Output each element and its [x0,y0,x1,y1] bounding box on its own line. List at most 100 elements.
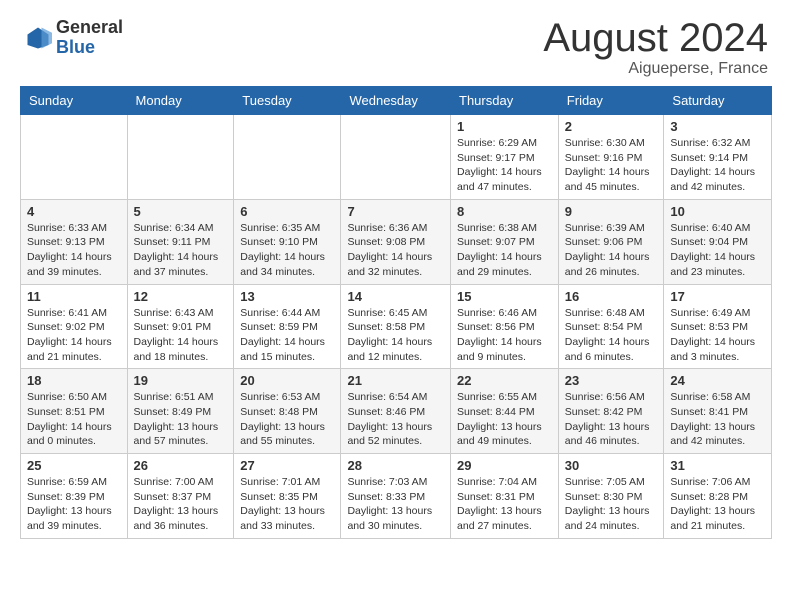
day-info: Sunrise: 6:33 AM Sunset: 9:13 PM Dayligh… [27,221,121,280]
day-info: Sunrise: 7:01 AM Sunset: 8:35 PM Dayligh… [240,475,334,534]
day-info: Sunrise: 6:53 AM Sunset: 8:48 PM Dayligh… [240,390,334,449]
day-number: 14 [347,289,444,304]
calendar-week-0: 1 Sunrise: 6:29 AM Sunset: 9:17 PM Daylig… [21,115,772,200]
day-number: 20 [240,373,334,388]
day-number: 6 [240,204,334,219]
day-number: 19 [134,373,228,388]
day-info: Sunrise: 6:50 AM Sunset: 8:51 PM Dayligh… [27,390,121,449]
calendar-cell: 15 Sunrise: 6:46 AM Sunset: 8:56 PM Dayli… [451,284,559,369]
day-number: 15 [457,289,552,304]
day-info: Sunrise: 7:03 AM Sunset: 8:33 PM Dayligh… [347,475,444,534]
day-info: Sunrise: 6:41 AM Sunset: 9:02 PM Dayligh… [27,306,121,365]
calendar-cell: 22 Sunrise: 6:55 AM Sunset: 8:44 PM Dayli… [451,369,559,454]
calendar-cell: 17 Sunrise: 6:49 AM Sunset: 8:53 PM Dayli… [664,284,772,369]
day-info: Sunrise: 6:49 AM Sunset: 8:53 PM Dayligh… [670,306,765,365]
calendar-cell: 28 Sunrise: 7:03 AM Sunset: 8:33 PM Dayli… [341,454,451,539]
calendar-cell [21,115,128,200]
day-number: 21 [347,373,444,388]
day-number: 28 [347,458,444,473]
day-number: 2 [565,119,658,134]
calendar-cell: 14 Sunrise: 6:45 AM Sunset: 8:58 PM Dayli… [341,284,451,369]
weekday-row: Sunday Monday Tuesday Wednesday Thursday… [21,87,772,115]
col-thursday: Thursday [451,87,559,115]
calendar-week-1: 4Sunrise: 6:33 AM Sunset: 9:13 PM Daylig… [21,199,772,284]
day-info: Sunrise: 6:29 AM Sunset: 9:17 PM Dayligh… [457,136,552,195]
day-info: Sunrise: 6:32 AM Sunset: 9:14 PM Dayligh… [670,136,765,195]
calendar-cell: 13 Sunrise: 6:44 AM Sunset: 8:59 PM Dayli… [234,284,341,369]
day-info: Sunrise: 6:35 AM Sunset: 9:10 PM Dayligh… [240,221,334,280]
day-number: 26 [134,458,228,473]
day-info: Sunrise: 7:06 AM Sunset: 8:28 PM Dayligh… [670,475,765,534]
calendar-cell: 24 Sunrise: 6:58 AM Sunset: 8:41 PM Dayli… [664,369,772,454]
day-number: 11 [27,289,121,304]
day-number: 17 [670,289,765,304]
col-saturday: Saturday [664,87,772,115]
col-wednesday: Wednesday [341,87,451,115]
day-number: 10 [670,204,765,219]
logo-icon [24,24,52,52]
day-number: 13 [240,289,334,304]
calendar-cell: 10 Sunrise: 6:40 AM Sunset: 9:04 PM Dayli… [664,199,772,284]
calendar-cell: 6 Sunrise: 6:35 AM Sunset: 9:10 PM Daylig… [234,199,341,284]
calendar-cell: 25Sunrise: 6:59 AM Sunset: 8:39 PM Dayli… [21,454,128,539]
day-info: Sunrise: 6:44 AM Sunset: 8:59 PM Dayligh… [240,306,334,365]
calendar-cell: 19Sunrise: 6:51 AM Sunset: 8:49 PM Dayli… [127,369,234,454]
day-info: Sunrise: 6:30 AM Sunset: 9:16 PM Dayligh… [565,136,658,195]
calendar-cell: 18Sunrise: 6:50 AM Sunset: 8:51 PM Dayli… [21,369,128,454]
day-info: Sunrise: 6:38 AM Sunset: 9:07 PM Dayligh… [457,221,552,280]
day-info: Sunrise: 6:34 AM Sunset: 9:11 PM Dayligh… [134,221,228,280]
calendar-cell: 1 Sunrise: 6:29 AM Sunset: 9:17 PM Daylig… [451,115,559,200]
page-header: General Blue August 2024 Aigueperse, Fra… [0,0,792,86]
title-area: August 2024 Aigueperse, France [543,18,768,78]
day-info: Sunrise: 6:46 AM Sunset: 8:56 PM Dayligh… [457,306,552,365]
calendar-week-2: 11 Sunrise: 6:41 AM Sunset: 9:02 PM Dayli… [21,284,772,369]
day-number: 8 [457,204,552,219]
day-number: 27 [240,458,334,473]
col-friday: Friday [558,87,664,115]
calendar-cell: 29 Sunrise: 7:04 AM Sunset: 8:31 PM Dayli… [451,454,559,539]
calendar-cell [234,115,341,200]
calendar-cell: 4Sunrise: 6:33 AM Sunset: 9:13 PM Daylig… [21,199,128,284]
day-number: 31 [670,458,765,473]
calendar-cell: 16 Sunrise: 6:48 AM Sunset: 8:54 PM Dayli… [558,284,664,369]
day-number: 30 [565,458,658,473]
day-number: 25 [27,458,121,473]
day-info: Sunrise: 7:05 AM Sunset: 8:30 PM Dayligh… [565,475,658,534]
logo-general-text: General [56,18,123,38]
calendar-cell: 2 Sunrise: 6:30 AM Sunset: 9:16 PM Daylig… [558,115,664,200]
day-number: 7 [347,204,444,219]
logo: General Blue [24,18,123,58]
col-sunday: Sunday [21,87,128,115]
day-info: Sunrise: 6:45 AM Sunset: 8:58 PM Dayligh… [347,306,444,365]
day-info: Sunrise: 6:40 AM Sunset: 9:04 PM Dayligh… [670,221,765,280]
day-number: 3 [670,119,765,134]
day-info: Sunrise: 6:43 AM Sunset: 9:01 PM Dayligh… [134,306,228,365]
calendar-cell: 30 Sunrise: 7:05 AM Sunset: 8:30 PM Dayli… [558,454,664,539]
calendar-cell: 8 Sunrise: 6:38 AM Sunset: 9:07 PM Daylig… [451,199,559,284]
calendar-cell [127,115,234,200]
day-number: 12 [134,289,228,304]
day-info: Sunrise: 6:55 AM Sunset: 8:44 PM Dayligh… [457,390,552,449]
calendar-cell [341,115,451,200]
day-number: 29 [457,458,552,473]
day-number: 22 [457,373,552,388]
day-number: 9 [565,204,658,219]
calendar-cell: 20 Sunrise: 6:53 AM Sunset: 8:48 PM Dayli… [234,369,341,454]
calendar-header: Sunday Monday Tuesday Wednesday Thursday… [21,87,772,115]
calendar-cell: 9Sunrise: 6:39 AM Sunset: 9:06 PM Daylig… [558,199,664,284]
calendar-cell: 3 Sunrise: 6:32 AM Sunset: 9:14 PM Daylig… [664,115,772,200]
day-number: 24 [670,373,765,388]
calendar-cell: 21 Sunrise: 6:54 AM Sunset: 8:46 PM Dayli… [341,369,451,454]
day-info: Sunrise: 6:54 AM Sunset: 8:46 PM Dayligh… [347,390,444,449]
day-number: 16 [565,289,658,304]
day-info: Sunrise: 6:56 AM Sunset: 8:42 PM Dayligh… [565,390,658,449]
calendar-cell: 5Sunrise: 6:34 AM Sunset: 9:11 PM Daylig… [127,199,234,284]
day-info: Sunrise: 6:48 AM Sunset: 8:54 PM Dayligh… [565,306,658,365]
col-tuesday: Tuesday [234,87,341,115]
month-title: August 2024 [543,18,768,58]
day-info: Sunrise: 6:58 AM Sunset: 8:41 PM Dayligh… [670,390,765,449]
calendar-cell: 7Sunrise: 6:36 AM Sunset: 9:08 PM Daylig… [341,199,451,284]
calendar-wrapper: Sunday Monday Tuesday Wednesday Thursday… [0,86,792,549]
day-number: 1 [457,119,552,134]
day-info: Sunrise: 7:04 AM Sunset: 8:31 PM Dayligh… [457,475,552,534]
